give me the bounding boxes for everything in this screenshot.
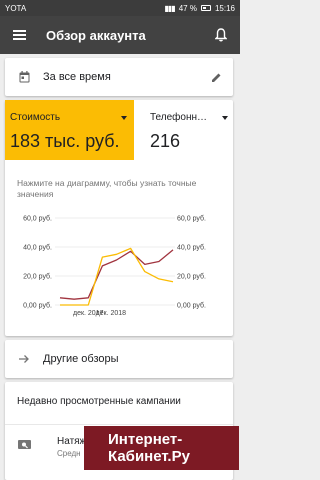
series-line-1 (60, 247, 174, 306)
status-indicators: ▮▮▮ 47 % 15:16 (165, 4, 235, 13)
pencil-icon[interactable] (199, 72, 233, 83)
performance-chart[interactable]: 60,0 руб. 60,0 руб. 40,0 руб. 40,0 руб. 20,0… (5, 208, 233, 330)
dropdown-caret-icon[interactable] (222, 115, 228, 120)
y-right-tick-label: 20,0 руб. (177, 273, 206, 281)
page-title: Обзор аккаунта (46, 27, 146, 43)
series-line-0 (59, 249, 174, 300)
metric-cost[interactable]: Стоимость 183 тыс. руб. (5, 100, 134, 160)
metric-calls-value: 216 (150, 131, 181, 151)
recent-campaigns-title: Недавно просмотренные кампании (17, 396, 181, 407)
campaign-subtitle: Средн (57, 449, 81, 458)
metric-calls[interactable]: Телефонн… 216 (144, 100, 233, 160)
carrier-label: YOTA (5, 3, 27, 13)
y-left-tick-label: 60,0 руб. (23, 215, 52, 223)
bell-icon[interactable] (202, 16, 240, 54)
campaign-icon (18, 438, 31, 456)
metric-calls-header[interactable]: Телефонн… (150, 112, 228, 123)
battery-icon (200, 5, 211, 11)
watermark-line2: Кабинет.Ру (108, 448, 190, 465)
metric-cost-label: Стоимость (10, 112, 61, 123)
watermark-line1: Интернет- (108, 431, 183, 448)
campaign-name: Натяж (57, 436, 87, 447)
signal-icon: ▮▮▮ (164, 3, 176, 13)
app-bar: Обзор аккаунта (0, 16, 240, 54)
y-left-tick-label: 20,0 руб. (23, 273, 52, 281)
x-tick-label: дек. 2018 (96, 310, 127, 317)
arrow-right-icon (5, 354, 43, 364)
calendar-icon (5, 71, 43, 83)
clock: 15:16 (214, 3, 235, 13)
chart-hint: Нажмите на диаграмму, чтобы узнать точны… (17, 178, 197, 199)
y-left-tick-label: 40,0 руб. (23, 244, 52, 252)
metric-calls-label: Телефонн… (150, 112, 208, 123)
date-range-card[interactable]: За все время (5, 58, 233, 96)
y-right-tick-label: 60,0 руб. (177, 215, 206, 223)
status-bar: YOTA ▮▮▮ 47 % 15:16 (0, 0, 240, 16)
dropdown-caret-icon[interactable] (121, 115, 127, 120)
metric-cost-value: 183 тыс. руб. (10, 131, 120, 151)
date-range-label: За все время (43, 71, 111, 83)
overview-card: Стоимость 183 тыс. руб. Телефонн… 216 На… (5, 100, 233, 336)
menu-icon[interactable] (0, 16, 38, 54)
other-reviews-link[interactable]: Другие обзоры (5, 340, 233, 378)
y-right-tick-label: 0,00 руб. (177, 302, 206, 310)
other-reviews-label: Другие обзоры (43, 353, 119, 365)
metric-cost-header[interactable]: Стоимость (10, 112, 127, 123)
watermark: Интернет- Кабинет.Ру (84, 426, 239, 470)
battery-percent: 47 % (178, 3, 197, 13)
y-left-tick-label: 0,00 руб. (23, 302, 52, 310)
y-right-tick-label: 40,0 руб. (177, 244, 206, 252)
